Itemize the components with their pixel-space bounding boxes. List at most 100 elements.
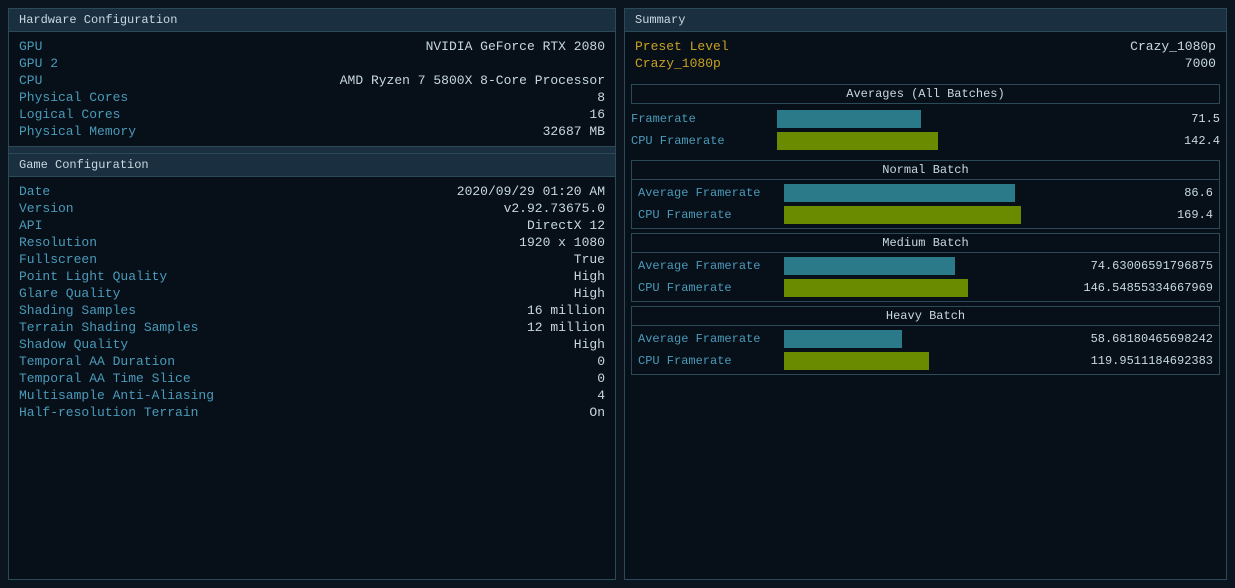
bar-row: Framerate 71.5 [631,108,1220,130]
bar-fill [784,257,955,275]
bar-label: CPU Framerate [638,208,778,222]
batch-title: Heavy Batch [632,307,1219,326]
bar-fill [777,110,921,128]
game-row: Resolution1920 x 1080 [19,234,605,251]
bar-value: 58.68180465698242 [1053,332,1213,346]
right-panel: Summary Preset Level Crazy_1080p Crazy_1… [624,8,1227,580]
row-label: Fullscreen [19,252,97,267]
row-label: Shading Samples [19,303,136,318]
row-label: Half-resolution Terrain [19,405,198,420]
game-header: Game Configuration [9,154,615,177]
row-label: GPU [19,39,42,54]
row-label: API [19,218,42,233]
row-label: Version [19,201,74,216]
batch-content: Average Framerate 74.63006591796875 CPU … [632,253,1219,301]
row-label: Temporal AA Duration [19,354,175,369]
row-value: 12 million [527,320,605,335]
row-label: GPU 2 [19,56,58,71]
all-batches-section: Averages (All Batches) Framerate 71.5 CP… [625,78,1226,154]
row-label: Physical Memory [19,124,136,139]
game-row: Shadow Quality High [19,336,605,353]
section-divider [9,146,615,154]
game-row: Temporal AA Time Slice 0 [19,370,605,387]
row-label: Multisample Anti-Aliasing [19,388,214,403]
row-value: High [574,337,605,352]
hardware-row: Physical Cores 8 [19,89,605,106]
row-value: NVIDIA GeForce RTX 2080 [426,39,605,54]
game-row: Shading Samples 16 million [19,302,605,319]
bar-container [777,110,1054,128]
row-value: 2020/09/29 01:20 AM [457,184,605,199]
bar-value: 71.5 [1060,112,1220,126]
hardware-header: Hardware Configuration [9,9,615,32]
preset-row: Preset Level Crazy_1080p [635,38,1216,55]
row-label: Shadow Quality [19,337,128,352]
all-batches-label: Averages (All Batches) [631,84,1220,104]
hardware-row: GPU NVIDIA GeForce RTX 2080 [19,38,605,55]
bar-row: Average Framerate 74.63006591796875 [638,255,1213,277]
bar-fill [784,330,902,348]
bar-label: CPU Framerate [638,354,778,368]
bar-label: Framerate [631,112,771,126]
bar-fill [777,132,938,150]
bar-fill [784,352,929,370]
game-row: Glare QualityHigh [19,285,605,302]
row-label: Glare Quality [19,286,120,301]
bar-fill [784,184,1015,202]
crazy-label: Crazy_1080p [635,56,721,71]
row-label: CPU [19,73,42,88]
batches-section: Normal Batch Average Framerate 86.6 CPU … [625,154,1226,381]
batch-block: Heavy Batch Average Framerate 58.6818046… [631,306,1220,375]
bar-row: CPU Framerate 146.54855334667969 [638,277,1213,299]
avg-bars: Framerate 71.5 CPU Framerate 142.4 [631,108,1220,152]
hardware-section: GPU NVIDIA GeForce RTX 2080 GPU 2 CPU AMD Ry… [9,32,615,146]
row-label: Terrain Shading Samples [19,320,198,335]
bar-row: CPU Framerate 119.9511184692383 [638,350,1213,372]
row-value: 8 [597,90,605,105]
batch-block: Medium Batch Average Framerate 74.630065… [631,233,1220,302]
bar-label: Average Framerate [638,186,778,200]
bar-row: Average Framerate 58.68180465698242 [638,328,1213,350]
game-row: Multisample Anti-Aliasing 4 [19,387,605,404]
row-value: 1920 x 1080 [519,235,605,250]
row-value: DirectX 12 [527,218,605,233]
row-value: High [574,269,605,284]
game-row: Half-resolution Terrain On [19,404,605,421]
batch-block: Normal Batch Average Framerate 86.6 CPU … [631,160,1220,229]
row-label: Date [19,184,50,199]
game-row: API DirectX 12 [19,217,605,234]
row-value: 0 [597,354,605,369]
crazy-value: 7000 [1185,56,1216,71]
row-label: Physical Cores [19,90,128,105]
bar-container [784,352,1047,370]
summary-header: Summary [625,9,1226,32]
row-value: 4 [597,388,605,403]
bar-value: 119.9511184692383 [1053,354,1213,368]
bar-fill [784,206,1021,224]
summary-section: Preset Level Crazy_1080p Crazy_1080p 700… [625,32,1226,78]
batch-title: Normal Batch [632,161,1219,180]
row-value: 0 [597,371,605,386]
game-row: Temporal AA Duration 0 [19,353,605,370]
bar-label: Average Framerate [638,332,778,346]
row-label: Temporal AA Time Slice [19,371,191,386]
hardware-row: Physical Memory32687 MB [19,123,605,140]
row-value: 16 million [527,303,605,318]
hardware-row: Logical Cores16 [19,106,605,123]
row-label: Point Light Quality [19,269,167,284]
game-row: Fullscreen True [19,251,605,268]
preset-label: Preset Level [635,39,729,54]
row-value: AMD Ryzen 7 5800X 8-Core Processor [340,73,605,88]
row-value: True [574,252,605,267]
bar-container [777,132,1054,150]
row-label: Logical Cores [19,107,120,122]
row-value: On [589,405,605,420]
bar-container [784,330,1047,348]
hardware-row: GPU 2 [19,55,605,72]
bar-value: 146.54855334667969 [1053,281,1213,295]
game-row: Point Light Quality High [19,268,605,285]
row-value: v2.92.73675.0 [504,201,605,216]
bar-row: CPU Framerate 169.4 [638,204,1213,226]
bar-label: CPU Framerate [638,281,778,295]
bar-container [784,184,1047,202]
